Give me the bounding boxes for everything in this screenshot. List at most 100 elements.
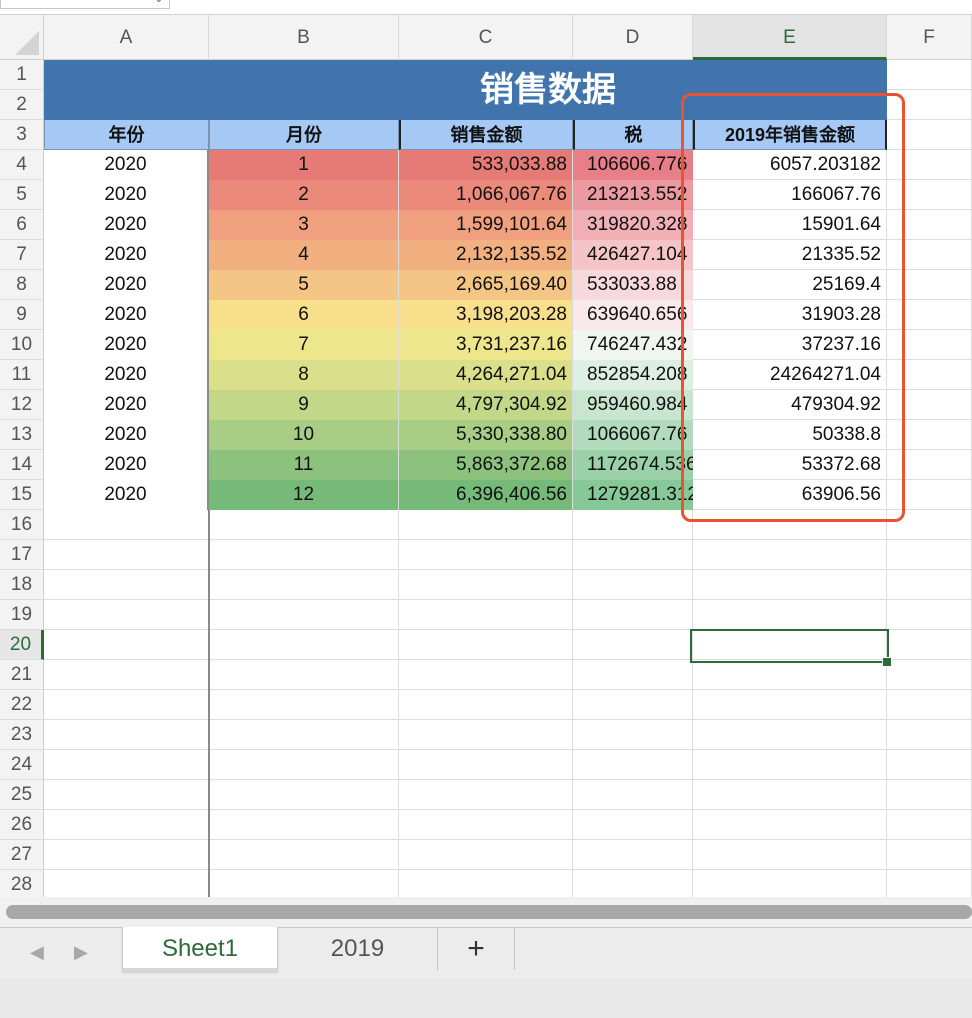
- grid-cell[interactable]: [693, 660, 887, 690]
- grid-cell[interactable]: [573, 870, 693, 897]
- row-header-8[interactable]: 8: [0, 270, 44, 300]
- grid-cell[interactable]: [693, 570, 887, 600]
- next-sheet-icon[interactable]: ▶: [74, 942, 88, 963]
- grid-cell[interactable]: [209, 780, 399, 810]
- cell-year[interactable]: 2020: [44, 270, 209, 300]
- grid-cell[interactable]: [209, 510, 399, 540]
- grid-cell[interactable]: [693, 720, 887, 750]
- cell-month[interactable]: 9: [209, 390, 399, 420]
- column-header-b[interactable]: B: [209, 15, 399, 60]
- cell-tax[interactable]: 1066067.76: [573, 420, 693, 450]
- cell-year[interactable]: 2020: [44, 390, 209, 420]
- grid-cell[interactable]: [44, 600, 209, 630]
- grid-cell[interactable]: [887, 630, 972, 660]
- cell-sales[interactable]: 4,797,304.92: [399, 390, 573, 420]
- row-header-21[interactable]: 21: [0, 660, 44, 690]
- grid-cell[interactable]: [399, 630, 573, 660]
- column-header-d[interactable]: D: [573, 15, 693, 60]
- row-header-3[interactable]: 3: [0, 120, 44, 150]
- grid-cell[interactable]: [887, 690, 972, 720]
- grid-cell[interactable]: [44, 630, 209, 660]
- cell-sales[interactable]: 6,396,406.56: [399, 480, 573, 510]
- row-header-12[interactable]: 12: [0, 390, 44, 420]
- grid-cell[interactable]: [399, 750, 573, 780]
- grid-cell[interactable]: [44, 750, 209, 780]
- fill-handle[interactable]: [882, 657, 892, 667]
- grid-cell[interactable]: [44, 510, 209, 540]
- grid-cell[interactable]: [209, 750, 399, 780]
- cell-sales[interactable]: 1,066,067.76: [399, 180, 573, 210]
- cell-tax[interactable]: 106606.776: [573, 150, 693, 180]
- cell-tax[interactable]: 426427.104: [573, 240, 693, 270]
- row-header-7[interactable]: 7: [0, 240, 44, 270]
- cell-month[interactable]: 7: [209, 330, 399, 360]
- cell-tax[interactable]: 1172674.536: [573, 450, 693, 480]
- cell-year[interactable]: 2020: [44, 420, 209, 450]
- scrollbar-thumb[interactable]: [6, 905, 972, 919]
- grid-cell[interactable]: [573, 600, 693, 630]
- cell-year[interactable]: 2020: [44, 210, 209, 240]
- grid-cell[interactable]: [399, 600, 573, 630]
- grid-cell[interactable]: [209, 540, 399, 570]
- grid-cell[interactable]: [693, 870, 887, 897]
- name-box[interactable]: ⌄: [0, 0, 170, 9]
- grid-cell[interactable]: [209, 870, 399, 897]
- row-header-24[interactable]: 24: [0, 750, 44, 780]
- grid-cell[interactable]: [887, 840, 972, 870]
- row-header-19[interactable]: 19: [0, 600, 44, 630]
- grid-cell[interactable]: [44, 810, 209, 840]
- grid-cell[interactable]: [693, 780, 887, 810]
- grid-cell[interactable]: [887, 870, 972, 897]
- grid-cell[interactable]: [209, 840, 399, 870]
- row-header-26[interactable]: 26: [0, 810, 44, 840]
- grid-cell[interactable]: [44, 720, 209, 750]
- grid-cell[interactable]: [399, 510, 573, 540]
- grid-cell[interactable]: [887, 660, 972, 690]
- grid-cell[interactable]: [573, 570, 693, 600]
- row-header-15[interactable]: 15: [0, 480, 44, 510]
- cell-tax[interactable]: 852854.208: [573, 360, 693, 390]
- grid-cell[interactable]: [693, 840, 887, 870]
- cell-year[interactable]: 2020: [44, 240, 209, 270]
- grid-cell[interactable]: [209, 660, 399, 690]
- grid-cell[interactable]: [693, 750, 887, 780]
- row-header-6[interactable]: 6: [0, 210, 44, 240]
- grid-cell[interactable]: [573, 780, 693, 810]
- grid-cell[interactable]: [399, 840, 573, 870]
- active-cell[interactable]: [690, 629, 889, 663]
- grid-cell[interactable]: [399, 780, 573, 810]
- cell-month[interactable]: 11: [209, 450, 399, 480]
- grid-cell[interactable]: [209, 600, 399, 630]
- row-header-2[interactable]: 2: [0, 90, 44, 120]
- cell-month[interactable]: 10: [209, 420, 399, 450]
- grid-cell[interactable]: [399, 570, 573, 600]
- cell-month[interactable]: 4: [209, 240, 399, 270]
- cell-year[interactable]: 2020: [44, 360, 209, 390]
- cell-year[interactable]: 2020: [44, 180, 209, 210]
- cell-sales[interactable]: 5,863,372.68: [399, 450, 573, 480]
- grid-cell[interactable]: [693, 810, 887, 840]
- grid-cell[interactable]: [573, 840, 693, 870]
- row-header-23[interactable]: 23: [0, 720, 44, 750]
- grid-cell[interactable]: [693, 690, 887, 720]
- cell-sales[interactable]: 2,132,135.52: [399, 240, 573, 270]
- grid-cell[interactable]: [44, 780, 209, 810]
- grid-cell[interactable]: [44, 540, 209, 570]
- prev-sheet-icon[interactable]: ◀: [30, 942, 44, 963]
- add-sheet-button[interactable]: +: [438, 928, 515, 970]
- grid-cell[interactable]: [44, 570, 209, 600]
- cell-sales[interactable]: 4,264,271.04: [399, 360, 573, 390]
- grid-cell[interactable]: [887, 540, 972, 570]
- tab-2019[interactable]: 2019: [278, 927, 438, 971]
- column-header-e[interactable]: E: [693, 15, 887, 60]
- grid-cell[interactable]: [399, 810, 573, 840]
- cell-sales[interactable]: 533,033.88: [399, 150, 573, 180]
- grid-cell[interactable]: [209, 630, 399, 660]
- column-header-f[interactable]: F: [887, 15, 972, 60]
- cell-month[interactable]: 12: [209, 480, 399, 510]
- grid-cell[interactable]: [887, 780, 972, 810]
- grid-cell[interactable]: [573, 690, 693, 720]
- grid-cell[interactable]: [209, 570, 399, 600]
- grid-cell[interactable]: [887, 720, 972, 750]
- cell-tax[interactable]: 1279281.312: [573, 480, 693, 510]
